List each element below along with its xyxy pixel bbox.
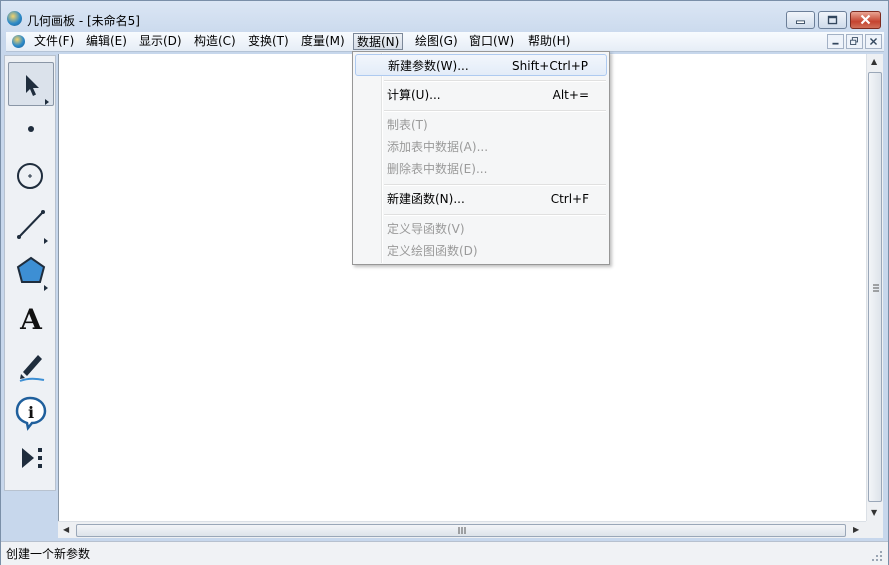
close-button[interactable]: [850, 11, 881, 29]
menu-separator: [384, 214, 606, 216]
menu-item-label: 新建函数(N)...: [387, 192, 465, 206]
menu-separator: [384, 184, 606, 186]
text-tool-icon: A: [19, 303, 43, 336]
menu-item-label: 删除表中数据(E)...: [387, 162, 488, 176]
information-icon: i: [15, 396, 47, 431]
compass-tool[interactable]: [8, 155, 54, 199]
menu-edit[interactable]: 编辑(E): [83, 33, 130, 50]
application-window: 几何画板 - [未命名5] 文件(F) 编辑(E) 显示(D) 构造(C) 变换…: [0, 0, 889, 565]
menu-separator: [384, 110, 606, 112]
grip-lines-icon: [458, 527, 466, 534]
menu-item-tabulate[interactable]: 制表(T): [355, 114, 607, 136]
menu-item-define-derivative[interactable]: 定义导函数(V): [355, 218, 607, 240]
menu-construct[interactable]: 构造(C): [191, 33, 239, 50]
menu-item-shortcut: Alt+=: [552, 88, 589, 102]
menu-item-new-function[interactable]: 新建函数(N)... Ctrl+F: [355, 188, 607, 210]
close-icon: [869, 37, 878, 46]
doc-minimize-button[interactable]: [827, 34, 844, 49]
marker-pen-icon: [19, 355, 45, 382]
straightedge-tool[interactable]: [8, 202, 54, 246]
menu-item-label: 定义导函数(V): [387, 222, 465, 236]
straightedge-line-icon: [17, 210, 48, 244]
menu-transform[interactable]: 变换(T): [245, 33, 292, 50]
svg-text:A: A: [19, 303, 43, 336]
horizontal-scrollbar[interactable]: ◀ ▶: [58, 521, 866, 538]
custom-tool[interactable]: [8, 437, 54, 481]
select-arrow-tool[interactable]: [8, 62, 54, 106]
svg-text:i: i: [28, 403, 34, 422]
point-tool[interactable]: [8, 108, 54, 152]
menu-item-add-table-data[interactable]: 添加表中数据(A)...: [355, 136, 607, 158]
polygon-tool[interactable]: [8, 249, 54, 293]
vertical-scroll-thumb[interactable]: [868, 72, 882, 502]
restore-icon: [850, 37, 858, 45]
close-icon: [860, 14, 871, 25]
minimize-icon: [796, 20, 805, 24]
doc-restore-button[interactable]: [846, 34, 863, 49]
resize-grip-icon[interactable]: [869, 548, 884, 563]
menu-item-new-parameter[interactable]: 新建参数(W)... Shift+Ctrl+P: [355, 54, 607, 76]
menu-item-label: 制表(T): [387, 118, 428, 132]
title-bar[interactable]: 几何画板 - [未命名5]: [1, 1, 888, 33]
marker-tool[interactable]: [8, 343, 54, 387]
doc-close-button[interactable]: [865, 34, 882, 49]
app-logo-icon[interactable]: [7, 11, 22, 26]
minimize-icon: [832, 42, 839, 45]
menu-item-label: 计算(U)...: [387, 88, 441, 102]
menu-item-shortcut: Shift+Ctrl+P: [512, 59, 588, 73]
menu-window[interactable]: 窗口(W): [466, 33, 517, 50]
scroll-corner: [866, 521, 883, 538]
restore-button[interactable]: [818, 11, 847, 29]
text-tool[interactable]: A: [8, 296, 54, 340]
menu-separator: [384, 80, 606, 82]
vertical-scrollbar[interactable]: ▲ ▼: [866, 54, 883, 521]
document-icon[interactable]: [12, 35, 25, 48]
menu-measure[interactable]: 度量(M): [298, 33, 348, 50]
menu-graph[interactable]: 绘图(G): [412, 33, 461, 50]
scroll-left-arrow-icon[interactable]: ◀: [63, 525, 69, 534]
menu-bar: 文件(F) 编辑(E) 显示(D) 构造(C) 变换(T) 度量(M) 数据(N…: [6, 32, 884, 52]
menu-file[interactable]: 文件(F): [31, 33, 77, 50]
horizontal-scroll-thumb[interactable]: [76, 524, 846, 537]
window-title: 几何画板 - [未命名5]: [27, 14, 140, 28]
menu-item-calculate[interactable]: 计算(U)... Alt+=: [355, 84, 607, 106]
information-tool[interactable]: i: [8, 390, 54, 434]
custom-tool-icon: [22, 448, 42, 468]
menu-item-label: 新建参数(W)...: [388, 59, 469, 73]
menu-display[interactable]: 显示(D): [136, 33, 185, 50]
grip-lines-icon: [873, 284, 879, 292]
data-menu-dropdown: 新建参数(W)... Shift+Ctrl+P 计算(U)... Alt+= 制…: [352, 51, 610, 265]
toolbox: A i: [4, 55, 56, 491]
point-tool-icon: [28, 126, 34, 132]
menu-item-label: 定义绘图函数(D): [387, 244, 478, 258]
status-bar: 创建一个新参数: [1, 541, 888, 565]
status-text: 创建一个新参数: [6, 547, 91, 561]
arrow-select-icon: [26, 75, 49, 105]
menu-item-label: 添加表中数据(A)...: [387, 140, 489, 154]
restore-icon: [827, 15, 838, 25]
scroll-down-arrow-icon[interactable]: ▼: [871, 508, 877, 517]
menu-item-shortcut: Ctrl+F: [550, 192, 589, 206]
menu-data[interactable]: 数据(N): [353, 33, 404, 50]
menu-item-define-plot-function[interactable]: 定义绘图函数(D): [355, 240, 607, 262]
compass-circle-icon: [17, 163, 43, 189]
polygon-tool-icon: [16, 256, 48, 291]
menu-help[interactable]: 帮助(H): [525, 33, 573, 50]
scroll-up-arrow-icon[interactable]: ▲: [871, 57, 877, 66]
scroll-right-arrow-icon[interactable]: ▶: [853, 525, 859, 534]
minimize-button[interactable]: [786, 11, 815, 29]
menu-item-remove-table-data[interactable]: 删除表中数据(E)...: [355, 158, 607, 180]
